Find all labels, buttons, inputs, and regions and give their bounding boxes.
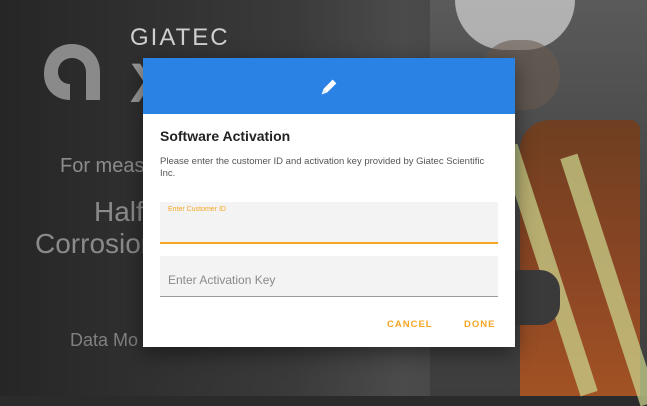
background-measure-text: For meas	[60, 155, 145, 177]
done-button[interactable]: DONE	[464, 319, 495, 330]
dialog-description: Please enter the customer ID and activat…	[160, 156, 485, 179]
background-corrosion-text: Corrosion	[35, 228, 157, 259]
dialog-title: Software Activation	[160, 128, 291, 144]
background-data-text: Data Mo	[70, 330, 139, 350]
dialog-header	[143, 58, 515, 114]
giatec-logo-icon	[44, 44, 100, 100]
activation-key-field[interactable]	[160, 256, 498, 297]
pencil-icon	[321, 79, 337, 95]
customer-id-input[interactable]	[160, 216, 498, 240]
software-activation-dialog: Software Activation Please enter the cus…	[143, 58, 515, 347]
activation-key-input[interactable]	[160, 264, 498, 296]
background-half-text: Half	[94, 196, 144, 227]
customer-id-field[interactable]: Enter Customer ID	[160, 202, 498, 244]
brand-name: GIATEC	[130, 24, 230, 51]
customer-id-label: Enter Customer ID	[168, 206, 226, 213]
cancel-button[interactable]: CANCEL	[387, 319, 433, 330]
